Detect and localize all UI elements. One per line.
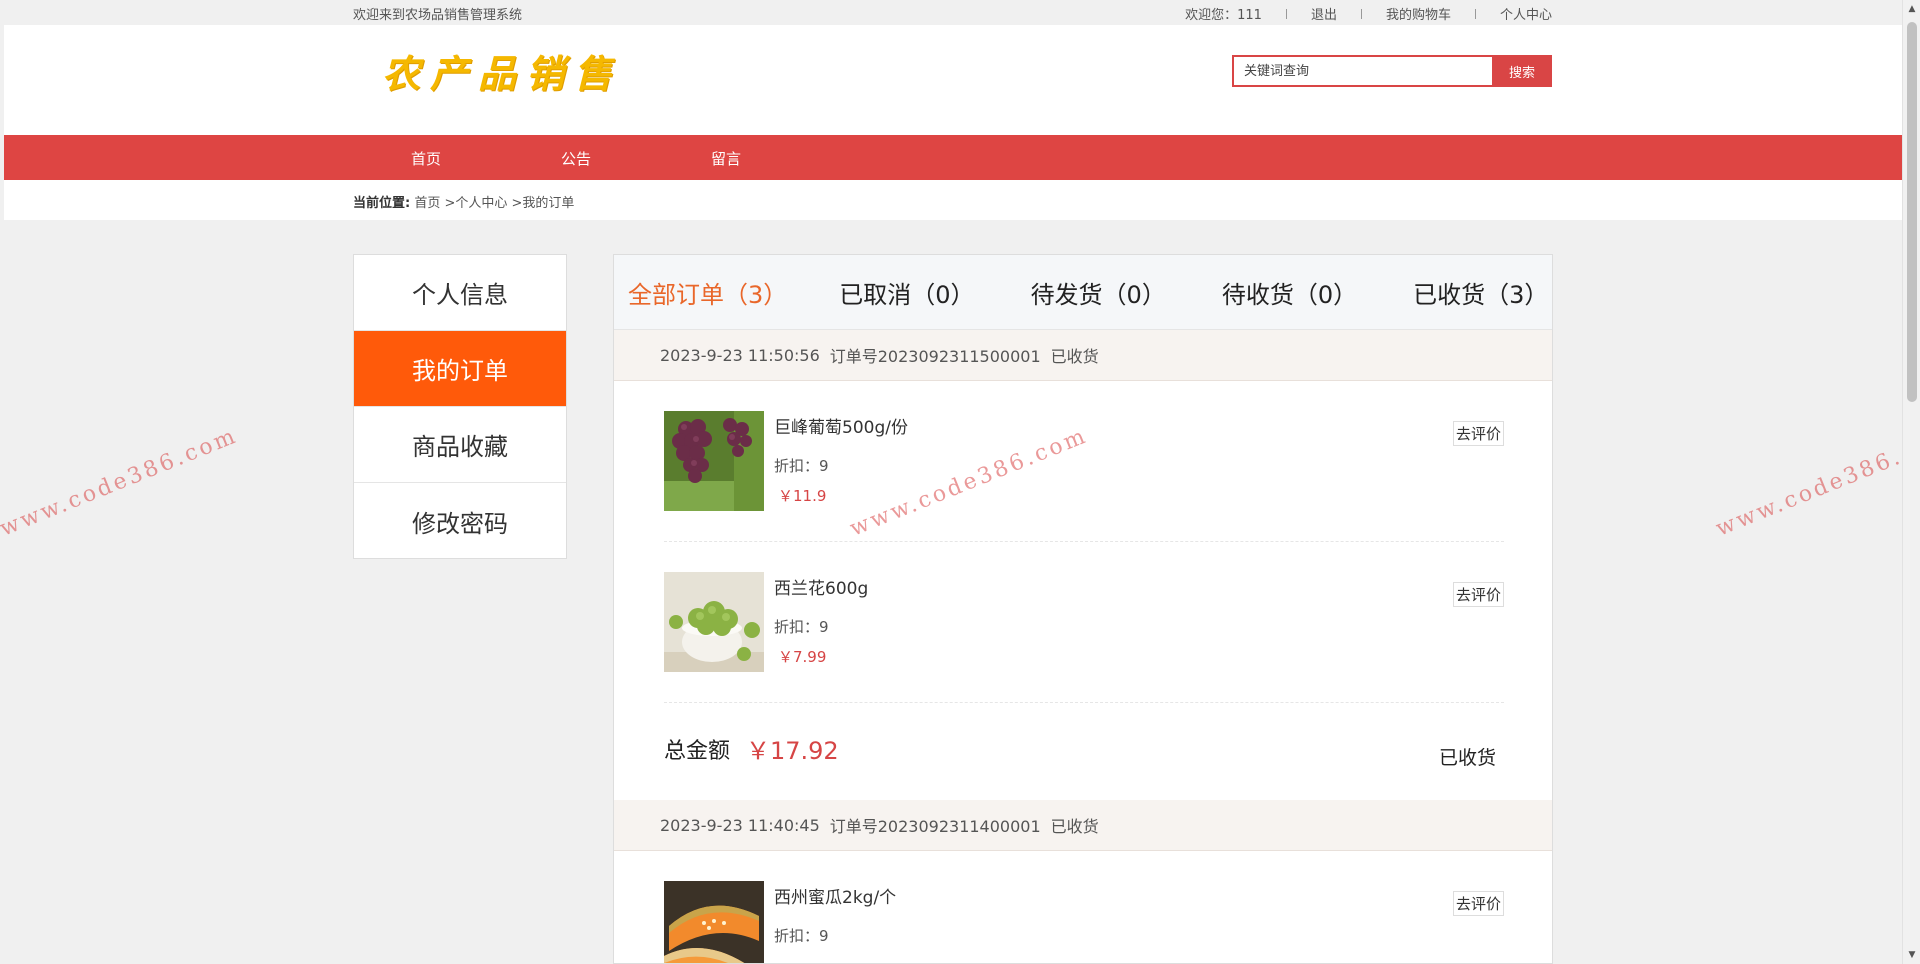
tab-pending-ship[interactable]: 待发货（0） [1031, 275, 1166, 310]
product-name[interactable]: 西兰花600g [774, 574, 868, 599]
order-status: 已收货 [1050, 347, 1099, 366]
top-bar: 欢迎来到农场品销售管理系统 欢迎您：111 退出 我的购物车 个人中心 [0, 0, 1902, 25]
product-price: ￥7.99 [778, 648, 827, 666]
breadcrumb-path[interactable]: 首页 >个人中心 >我的订单 [414, 196, 574, 211]
scroll-up-icon[interactable]: ▲ [1907, 4, 1917, 14]
product-discount: 折扣：9 [774, 927, 829, 945]
nav-item-home[interactable]: 首页 [411, 148, 441, 169]
order-header: 2023-9-23 11:50:56 订单号2023092311500001 已… [614, 330, 1552, 381]
nav-item-message[interactable]: 留言 [711, 148, 741, 169]
product-price: ￥11.9 [778, 487, 827, 505]
site-logo[interactable]: 农产品销售 [382, 43, 622, 98]
scroll-thumb[interactable] [1907, 22, 1917, 402]
product-name[interactable]: 巨峰葡萄500g/份 [774, 413, 908, 438]
breadcrumb-label: 当前位置: [353, 196, 411, 211]
sidebar-item-my-orders[interactable]: 我的订单 [354, 331, 566, 407]
tab-cancelled[interactable]: 已取消（0） [839, 275, 974, 310]
personal-center-link[interactable]: 个人中心 [1476, 4, 1552, 23]
user-sidebar: 个人信息 我的订单 商品收藏 修改密码 [353, 254, 567, 559]
welcome-text: 欢迎来到农场品销售管理系统 [353, 8, 523, 23]
review-button[interactable]: 去评价 [1452, 421, 1504, 446]
order-time: 2023-9-23 11:40:45 [660, 815, 820, 835]
order-time: 2023-9-23 11:50:56 [660, 345, 820, 365]
watermark: www.code386.com [1712, 423, 1920, 542]
order-total: 总金额 ￥17.92 已收货 [664, 703, 1504, 800]
search-button[interactable]: 搜索 [1492, 55, 1552, 87]
order-tabs: 全部订单（3） 已取消（0） 待发货（0） 待收货（0） 已收货（3） [614, 255, 1552, 330]
order-item: 西兰花600g 折扣：9 ￥7.99 去评价 [664, 542, 1504, 703]
broccoli-image[interactable] [664, 572, 764, 672]
total-status: 已收货 [1438, 747, 1496, 769]
user-greeting: 欢迎您：111 [1185, 8, 1262, 23]
main-nav: 首页 公告 留言 [4, 135, 1902, 180]
top-links: 欢迎您：111 退出 我的购物车 个人中心 [1161, 4, 1552, 23]
order-header: 2023-9-23 11:40:45 订单号2023092311400001 已… [614, 800, 1552, 851]
sidebar-item-profile[interactable]: 个人信息 [354, 255, 566, 331]
tab-all-orders[interactable]: 全部订单（3） [628, 275, 787, 310]
melon-image[interactable] [664, 881, 764, 964]
sidebar-item-change-password[interactable]: 修改密码 [354, 483, 566, 559]
total-amount: ￥17.92 [746, 737, 839, 765]
order-item: 巨峰葡萄500g/份 折扣：9 ￥11.9 去评价 [664, 381, 1504, 542]
review-button[interactable]: 去评价 [1452, 891, 1504, 916]
logout-link[interactable]: 退出 [1287, 4, 1361, 23]
product-name[interactable]: 西州蜜瓜2kg/个 [774, 883, 896, 908]
tab-pending-receive[interactable]: 待收货（0） [1222, 275, 1357, 310]
header: 农产品销售 搜索 [4, 25, 1902, 135]
cart-link[interactable]: 我的购物车 [1362, 4, 1475, 23]
search-input[interactable] [1232, 55, 1492, 87]
nav-item-notice[interactable]: 公告 [561, 148, 591, 169]
sidebar-item-favorites[interactable]: 商品收藏 [354, 407, 566, 483]
watermark: www.code386.com [0, 423, 242, 542]
product-discount: 折扣：9 [774, 457, 829, 475]
search-bar: 搜索 [1232, 55, 1556, 87]
orders-panel: 全部订单（3） 已取消（0） 待发货（0） 待收货（0） 已收货（3） 2023… [613, 254, 1553, 964]
page-scrollbar[interactable]: ▲ ▼ [1902, 0, 1920, 964]
scroll-down-icon[interactable]: ▼ [1907, 950, 1917, 960]
tab-received[interactable]: 已收货（3） [1413, 275, 1548, 310]
breadcrumb: 当前位置: 首页 >个人中心 >我的订单 [4, 180, 1902, 220]
order-number: 订单号2023092311500001 [829, 347, 1041, 366]
order-status: 已收货 [1050, 817, 1099, 836]
order-item: 西州蜜瓜2kg/个 折扣：9 去评价 [664, 851, 1504, 964]
total-label: 总金额 [664, 739, 731, 764]
product-discount: 折扣：9 [774, 618, 829, 636]
order-number: 订单号2023092311400001 [829, 817, 1041, 836]
grapes-image[interactable] [664, 411, 764, 511]
review-button[interactable]: 去评价 [1452, 582, 1504, 607]
